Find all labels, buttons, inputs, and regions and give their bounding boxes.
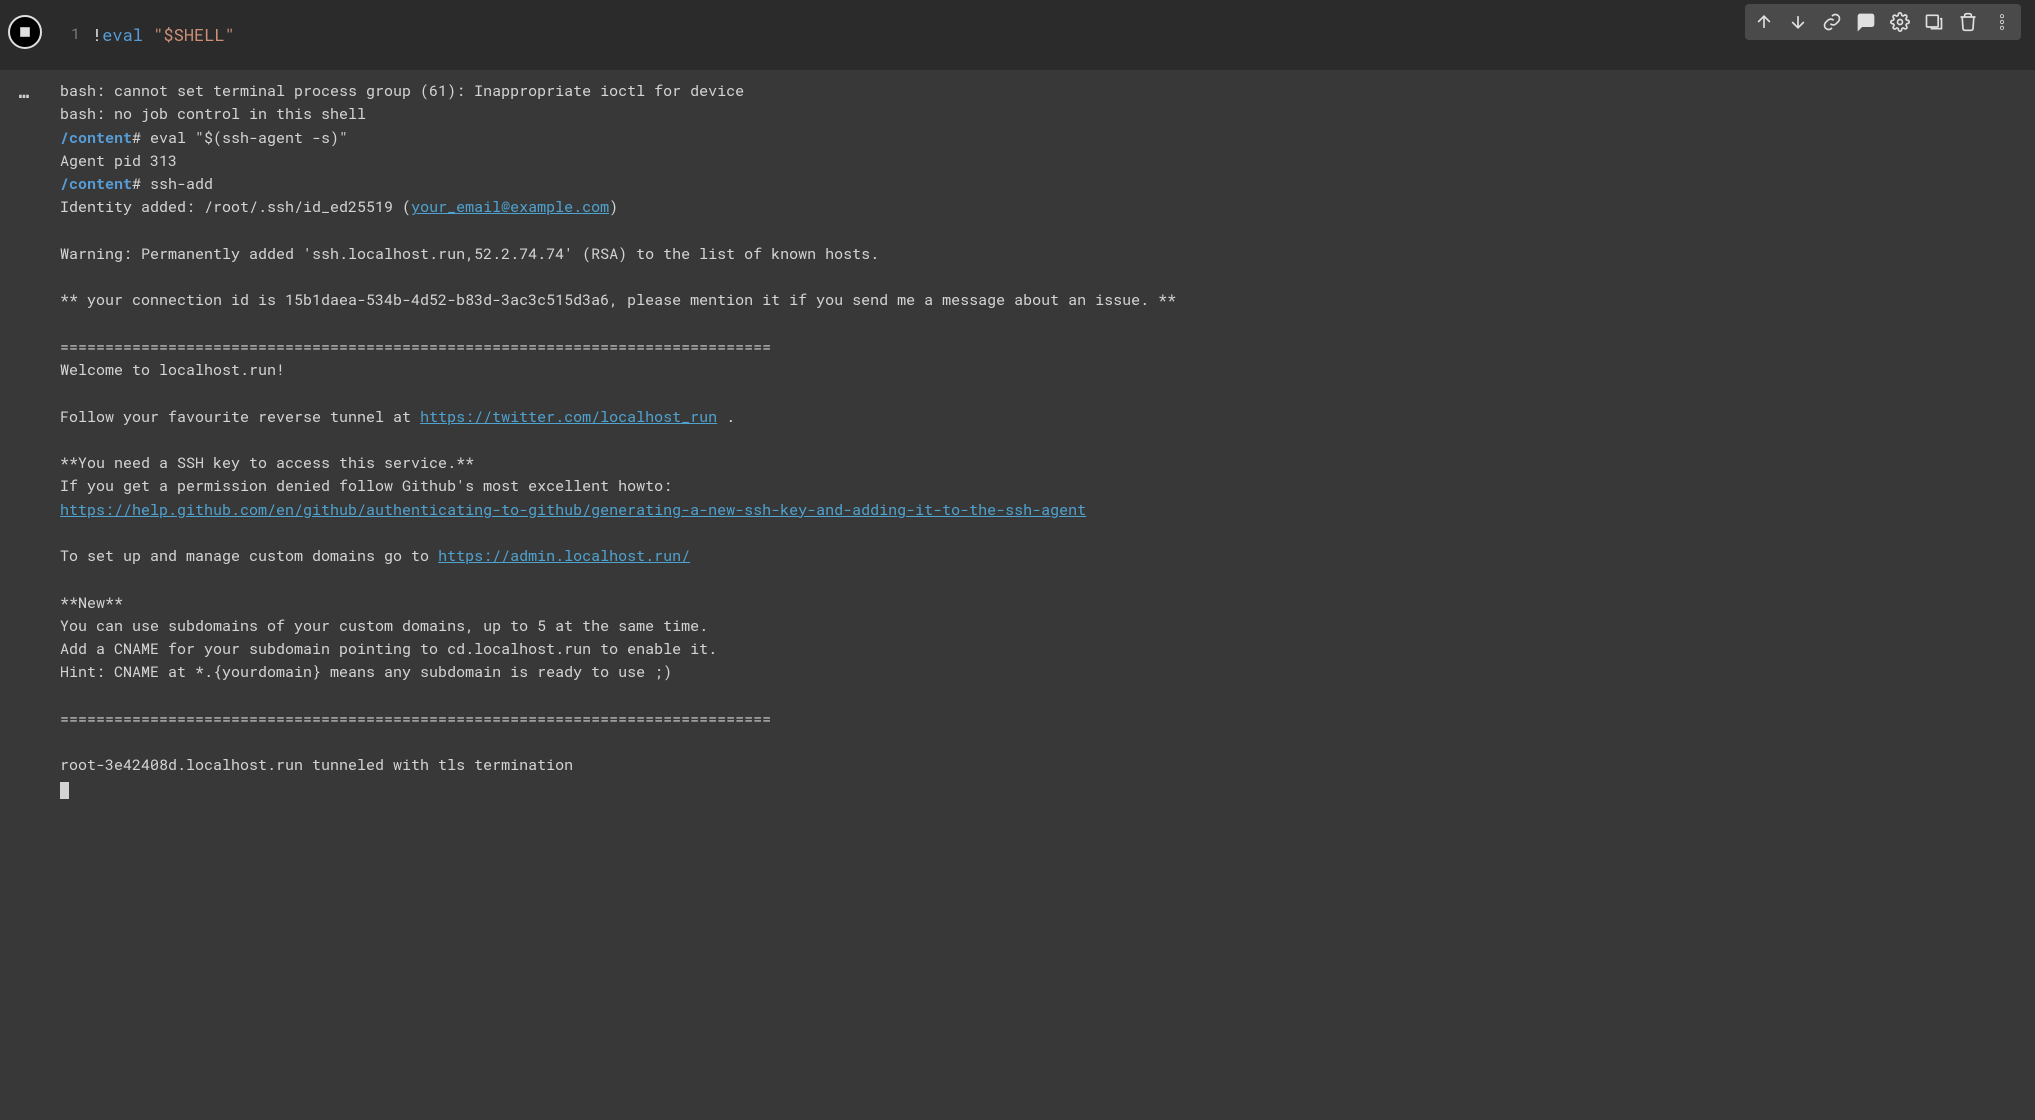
out-line: Hint: CNAME at *.{yourdomain} means any …	[60, 662, 672, 682]
out-sep: ========================================…	[60, 337, 771, 357]
github-help-link[interactable]: https://help.github.com/en/github/authen…	[60, 500, 1086, 520]
code-keyword: eval	[102, 23, 143, 46]
email-link[interactable]: your_email@example.com	[411, 197, 609, 217]
code-editor[interactable]: 1 !eval "$SHELL"	[50, 0, 2035, 70]
out-line: **New**	[60, 593, 123, 613]
twitter-link[interactable]: https://twitter.com/localhost_run	[420, 407, 717, 427]
output-menu-icon[interactable]: ⋯	[19, 82, 32, 110]
output-row: ⋯ bash: cannot set terminal process grou…	[0, 70, 2035, 811]
out-line: ** your connection id is 15b1daea-534b-4…	[60, 290, 1176, 310]
comment-icon[interactable]	[1855, 11, 1877, 33]
code-string: "$SHELL"	[153, 23, 235, 46]
prompt-path: /content	[60, 128, 132, 148]
run-cell-button[interactable]	[8, 15, 42, 49]
out-line: bash: cannot set terminal process group …	[60, 81, 744, 101]
run-gutter	[0, 0, 50, 70]
prompt-cmd: # ssh-add	[132, 174, 213, 194]
out-line: bash: no job control in this shell	[60, 104, 366, 124]
out-line: Warning: Permanently added 'ssh.localhos…	[60, 244, 879, 264]
code-content: !eval "$SHELL"	[92, 22, 235, 48]
trash-icon[interactable]	[1957, 11, 1979, 33]
output-gutter: ⋯	[0, 70, 50, 811]
out-line: Welcome to localhost.run!	[60, 360, 285, 380]
move-down-icon[interactable]	[1787, 11, 1809, 33]
out-line: **You need a SSH key to access this serv…	[60, 453, 474, 473]
out-line: If you get a permission denied follow Gi…	[60, 476, 672, 496]
out-line: .	[717, 407, 735, 427]
out-line: )	[609, 197, 618, 217]
cell-output: bash: cannot set terminal process group …	[50, 70, 2035, 811]
admin-link[interactable]: https://admin.localhost.run/	[438, 546, 690, 566]
line-number: 1	[60, 23, 80, 46]
out-line: Identity added: /root/.ssh/id_ed25519 (	[60, 197, 411, 217]
out-line: Agent pid 313	[60, 151, 177, 171]
prompt-cmd: # eval "$(ssh-agent -s)"	[132, 128, 348, 148]
prompt-path: /content	[60, 174, 132, 194]
move-up-icon[interactable]	[1753, 11, 1775, 33]
more-vert-icon[interactable]	[1991, 11, 2013, 33]
mirror-icon[interactable]	[1923, 11, 1945, 33]
link-icon[interactable]	[1821, 11, 1843, 33]
out-line: Add a CNAME for your subdomain pointing …	[60, 639, 717, 659]
out-line: You can use subdomains of your custom do…	[60, 616, 708, 636]
terminal-cursor	[60, 782, 69, 799]
out-sep: ========================================…	[60, 709, 771, 729]
out-line: To set up and manage custom domains go t…	[60, 546, 438, 566]
code-bang: !	[92, 23, 102, 46]
gear-icon[interactable]	[1889, 11, 1911, 33]
cell-toolbar	[1745, 4, 2021, 40]
out-line: Follow your favourite reverse tunnel at	[60, 407, 420, 427]
code-cell: 1 !eval "$SHELL"	[0, 0, 2035, 70]
out-line: root-3e42408d.localhost.run tunneled wit…	[60, 755, 573, 775]
